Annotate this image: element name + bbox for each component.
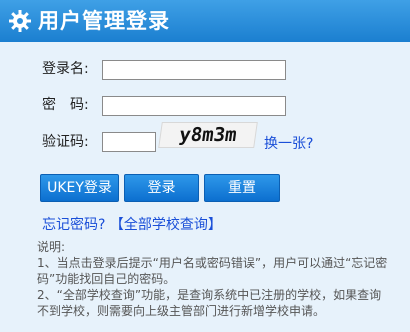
notes-line-2: 2、“全部学校查询”功能，是查询系统中已注册的学校，如果查询不到学校，则需要向上… xyxy=(37,288,382,318)
login-button[interactable]: 登录 xyxy=(124,174,199,202)
school-query-link[interactable]: 【全部学校查询】 xyxy=(110,217,222,233)
captcha-image[interactable]: y8m3m xyxy=(158,122,258,148)
captcha-input[interactable] xyxy=(102,132,156,152)
header-bar: 用户管理登录 xyxy=(0,0,410,42)
forgot-password-link[interactable]: 忘记密码? xyxy=(42,217,105,233)
ukey-login-button[interactable]: UKEY登录 xyxy=(40,174,119,202)
page-title: 用户管理登录 xyxy=(38,9,170,33)
captcha-label: 验证码: xyxy=(42,134,89,150)
username-label: 登录名: xyxy=(42,61,89,77)
notes-line-1: 1、当点击登录后提示“用户名或密码错误”，用户可以通过“忘记密码”功能找回自己的… xyxy=(37,256,388,286)
help-links: 忘记密码? 【全部学校查询】 xyxy=(42,214,222,234)
notes-heading: 说明: xyxy=(37,240,66,254)
notes: 说明: 1、当点击登录后提示“用户名或密码错误”，用户可以通过“忘记密码”功能找… xyxy=(37,239,392,319)
login-panel: 登录名: 密 码: 验证码: y8m3m 换一张? UKEY登录 登录 重置 忘… xyxy=(0,42,410,332)
reset-button[interactable]: 重置 xyxy=(204,174,280,202)
username-input[interactable] xyxy=(102,60,286,80)
password-label: 密 码: xyxy=(42,97,89,113)
password-input[interactable] xyxy=(102,96,286,116)
refresh-captcha-link[interactable]: 换一张? xyxy=(264,133,313,153)
gear-icon xyxy=(9,10,31,32)
